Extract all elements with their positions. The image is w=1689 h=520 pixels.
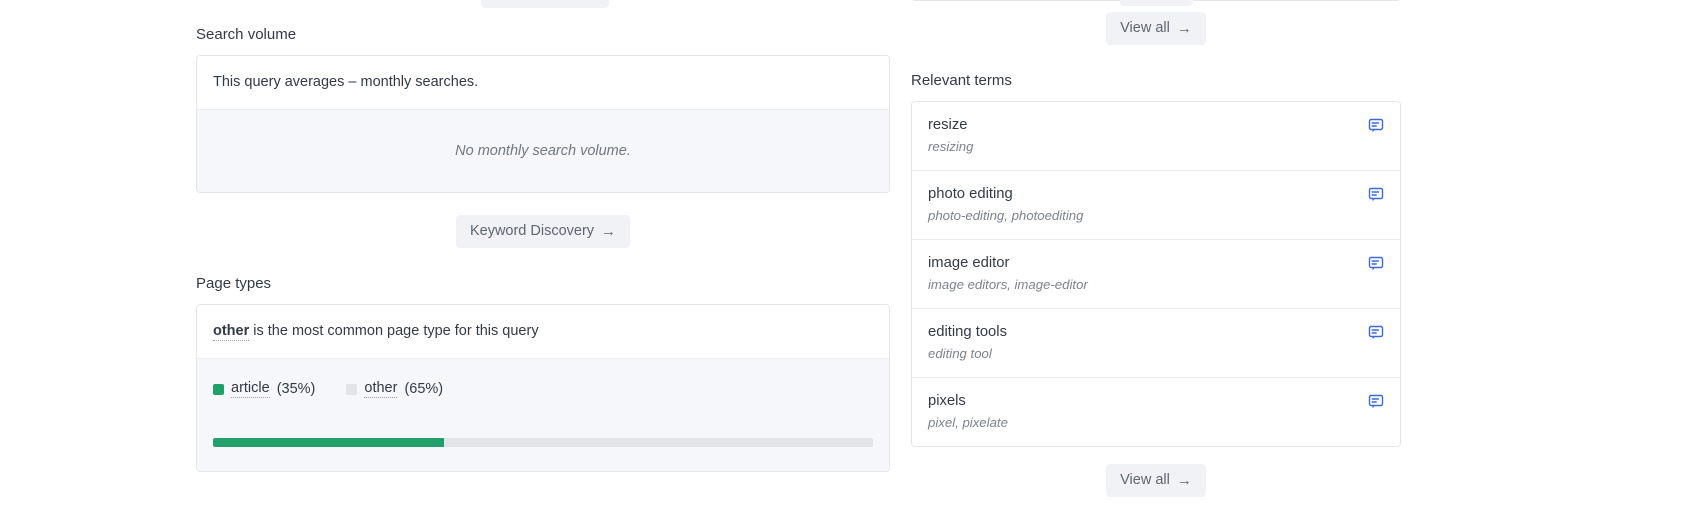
page-types-top-type[interactable]: other (213, 323, 250, 341)
relevant-term-text: resize resizing (928, 116, 973, 156)
arrow-right-icon: → (1176, 20, 1192, 37)
legend-swatch-article (213, 383, 224, 395)
relevant-term-row[interactable]: resize resizing (912, 102, 1400, 171)
relevant-term-variants: image editors, image-editor (928, 277, 1088, 293)
relevant-term-name: resize (928, 117, 968, 133)
page-types-title: Page types (196, 275, 272, 292)
partial-button-above[interactable] (481, 0, 609, 8)
page-types-headline: other is the most common page type for t… (197, 305, 889, 359)
relevant-term-name: photo editing (928, 185, 1013, 202)
page-types-chart-body: article (35%) other (65%) (197, 359, 889, 471)
search-volume-chart-area: No monthly search volume. (197, 110, 889, 192)
view-all-row-bottom: View all → (911, 463, 1401, 497)
relevant-term-row[interactable]: pixels pixel, pixelate (912, 377, 1400, 446)
legend-item-other[interactable]: other (65%) (346, 380, 443, 398)
comment-icon[interactable] (1368, 392, 1384, 410)
relevant-term-row[interactable]: photo editing photo-editing, photoediting (912, 170, 1400, 240)
arrow-right-icon: → (601, 223, 617, 240)
relevant-term-text: editing tools editing tool (928, 323, 1007, 363)
legend-label-other[interactable]: other (364, 380, 398, 398)
keyword-discovery-row: Keyword Discovery → (196, 215, 890, 248)
arrow-right-icon: → (1176, 471, 1192, 489)
relevant-term-name: editing tools (928, 323, 1007, 340)
search-volume-card: This query averages – monthly searches. … (196, 55, 890, 193)
left-column: Search volume This query averages – mont… (196, 26, 890, 472)
legend-label-article[interactable]: article (231, 380, 270, 398)
page-types-section: Page types other is the most common page… (196, 275, 890, 472)
relevant-term-row[interactable]: image editor image editors, image-editor (912, 239, 1400, 309)
view-all-button-top[interactable]: View all → (1106, 12, 1206, 45)
relevant-terms-title: Relevant terms (911, 72, 1012, 89)
comment-icon[interactable] (1368, 254, 1384, 272)
search-volume-empty-message: No monthly search volume. (455, 143, 631, 159)
legend-value-other: (65%) (404, 381, 444, 397)
relevant-terms-card: resize resizing photo editing photo-editing… (911, 101, 1401, 447)
page-types-stacked-bar (213, 438, 873, 447)
relevant-term-variants: photo-editing, photoediting (928, 208, 1084, 224)
search-volume-title: Search volume (196, 26, 297, 43)
comment-icon[interactable] (1368, 116, 1384, 134)
legend-swatch-other (346, 383, 358, 395)
relevant-term-text: pixels pixel, pixelate (928, 392, 1008, 432)
relevant-term-name: image editor (928, 254, 1010, 271)
comment-icon[interactable] (1368, 323, 1384, 341)
view-all-label-top: View all (1120, 20, 1170, 37)
relevant-term-variants: pixel, pixelate (928, 415, 1008, 431)
relevant-term-variants: resizing (928, 139, 974, 155)
page-types-card: other is the most common page type for t… (196, 304, 890, 472)
legend-item-article[interactable]: article (35%) (213, 380, 315, 398)
legend-value-article: (35%) (276, 381, 316, 397)
keyword-discovery-label: Keyword Discovery (469, 223, 595, 240)
relevant-term-text: image editor image editors, image-editor (928, 254, 1088, 294)
keyword-discovery-button[interactable]: Keyword Discovery → (455, 215, 631, 248)
search-volume-summary: This query averages – monthly searches. (197, 56, 889, 110)
relevant-term-variants: editing tool (928, 346, 992, 362)
page-types-legend: article (35%) other (65%) (213, 380, 873, 398)
relevant-term-name: pixels (928, 392, 966, 409)
view-all-label-bottom: View all (1120, 472, 1170, 489)
partial-view-all-button-above[interactable] (1120, 0, 1193, 6)
page-types-headline-rest: is the most common page type for this qu… (249, 323, 539, 339)
view-all-row-top: View all → (911, 12, 1401, 45)
view-all-button-bottom[interactable]: View all → (1106, 463, 1206, 497)
relevant-term-text: photo editing photo-editing, photoediting (928, 185, 1083, 225)
relevant-term-row[interactable]: editing tools editing tool (912, 308, 1400, 378)
bar-segment-article[interactable] (213, 438, 444, 447)
comment-icon[interactable] (1368, 185, 1384, 203)
right-column: View all → Relevant terms resize resizing… (911, 12, 1401, 497)
